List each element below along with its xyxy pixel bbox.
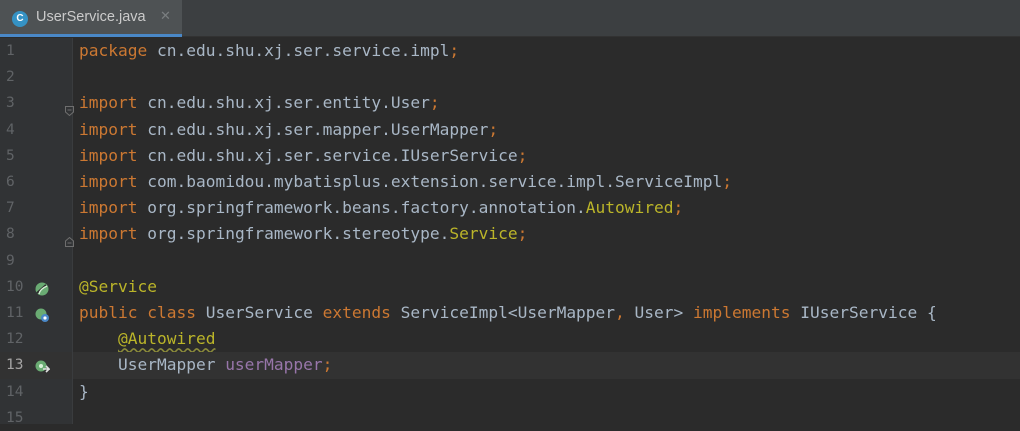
- code-line[interactable]: 3 import cn.edu.shu.xj.ser.entity.User;: [0, 90, 1020, 117]
- code-token: ;: [429, 93, 440, 113]
- code-token: Autowired: [585, 198, 674, 218]
- code-token: com.baomidou.mybatisplus.extension.servi…: [137, 172, 723, 191]
- code-token: org.springframework.beans.factory.annota…: [137, 198, 586, 218]
- code-token: }: [79, 381, 89, 401]
- code-token: userMapper: [225, 355, 323, 375]
- code-token: cn.edu.shu.xj.ser.mapper.UserMapper: [137, 119, 489, 139]
- code-token: import: [79, 119, 138, 139]
- code-text[interactable]: import org.springframework.stereotype.Se…: [79, 221, 527, 247]
- code-text[interactable]: }: [79, 379, 89, 405]
- code-token: UserService: [195, 303, 323, 322]
- code-line[interactable]: 10 @Service: [0, 274, 1020, 300]
- code-line[interactable]: 1 package cn.edu.shu.xj.ser.service.impl;: [0, 38, 1020, 64]
- line-number: 11: [6, 305, 24, 321]
- code-token: ;: [449, 41, 460, 60]
- code-text[interactable]: import cn.edu.shu.xj.ser.mapper.UserMapp…: [79, 117, 498, 143]
- code-line[interactable]: 7 import org.springframework.beans.factor…: [0, 195, 1020, 221]
- code-line[interactable]: 9: [0, 248, 1020, 274]
- code-line[interactable]: 8 import org.springframework.stereotype.S…: [0, 221, 1020, 248]
- line-number: 1: [6, 43, 15, 59]
- code-token: User>: [624, 303, 694, 322]
- code-line[interactable]: 15: [0, 405, 1020, 431]
- code-token: UserMapper: [79, 355, 226, 375]
- code-token: implements: [693, 303, 791, 322]
- line-number: 15: [6, 409, 24, 426]
- code-token: extends: [322, 303, 391, 322]
- line-number: 8: [6, 226, 15, 243]
- code-token: cn.edu.shu.xj.ser.entity.User: [137, 93, 430, 113]
- code-token: ;: [517, 224, 528, 244]
- code-line[interactable]: 2: [0, 64, 1020, 90]
- code-text[interactable]: public class UserService extends Service…: [79, 300, 937, 326]
- code-token: import: [79, 224, 138, 244]
- code-token: package: [79, 41, 148, 60]
- code-token: ,: [615, 303, 625, 322]
- code-token: ;: [488, 119, 499, 139]
- autowired-navigate-icon[interactable]: [34, 357, 51, 373]
- code-text[interactable]: import com.baomidou.mybatisplus.extensio…: [79, 169, 732, 195]
- implements-icon[interactable]: [34, 305, 50, 322]
- code-token: import: [79, 93, 138, 113]
- code-token: @Autowired: [117, 329, 216, 349]
- code-line[interactable]: 4 import cn.edu.shu.xj.ser.mapper.UserMap…: [0, 117, 1020, 143]
- code-token: import: [79, 198, 138, 218]
- code-token: Service: [449, 224, 518, 244]
- code-text[interactable]: import org.springframework.beans.factory…: [79, 195, 683, 221]
- code-token: import: [79, 172, 138, 191]
- line-number: 7: [6, 200, 15, 217]
- code-text[interactable]: @Autowired: [79, 326, 215, 352]
- code-text[interactable]: import cn.edu.shu.xj.ser.entity.User;: [79, 90, 440, 116]
- code-token: cn.edu.shu.xj.ser.service.IUserService: [137, 145, 518, 165]
- code-line[interactable]: 13 UserMapper userMapper;: [0, 352, 1020, 379]
- code-text[interactable]: UserMapper userMapper;: [79, 352, 332, 378]
- line-number: 12: [6, 331, 24, 348]
- line-number: 9: [6, 252, 15, 269]
- line-number: 2: [6, 69, 15, 86]
- code-text[interactable]: @Service: [79, 274, 157, 300]
- code-text[interactable]: package cn.edu.shu.xj.ser.service.impl;: [79, 38, 459, 64]
- line-number: 4: [6, 121, 15, 138]
- code-token: ;: [517, 145, 528, 165]
- code-token: import: [79, 145, 138, 165]
- line-number: 14: [6, 383, 24, 400]
- code-token: cn.edu.shu.xj.ser.service.impl: [147, 41, 450, 60]
- code-token: ;: [722, 172, 732, 191]
- code-token: IUserService {: [790, 303, 937, 322]
- code-token: ServiceImpl<UserMapper: [390, 303, 616, 322]
- spring-bean-icon[interactable]: [34, 279, 50, 296]
- fold-close-icon[interactable]: [65, 229, 74, 248]
- code-token: ;: [673, 198, 684, 218]
- line-number: 3: [6, 95, 15, 112]
- close-icon[interactable]: ✕: [160, 9, 171, 24]
- code-token: org.springframework.stereotype.: [137, 224, 450, 244]
- code-token: ;: [322, 355, 333, 375]
- code-text[interactable]: import cn.edu.shu.xj.ser.service.IUserSe…: [79, 143, 527, 169]
- line-number: 10: [6, 278, 24, 295]
- line-number: 6: [6, 174, 15, 190]
- editor-tab-bar: C UserService.java ✕: [0, 0, 1020, 37]
- tab-label: UserService.java: [36, 9, 146, 25]
- code-token: @Service: [79, 276, 157, 296]
- code-line[interactable]: 5 import cn.edu.shu.xj.ser.service.IUserS…: [0, 143, 1020, 169]
- code-token: public class: [79, 303, 196, 322]
- java-class-icon: C: [12, 11, 28, 27]
- line-number: 13: [6, 357, 24, 374]
- code-line[interactable]: 14}: [0, 379, 1020, 405]
- code-line[interactable]: 6 import com.baomidou.mybatisplus.extensi…: [0, 169, 1020, 195]
- code-line[interactable]: 12 @Autowired: [0, 326, 1020, 352]
- code-line[interactable]: 11 public class UserService extends Servi…: [0, 300, 1020, 326]
- fold-open-icon[interactable]: [65, 98, 74, 117]
- line-number: 5: [6, 147, 15, 164]
- tab-userservice-java[interactable]: C UserService.java ✕: [0, 0, 182, 37]
